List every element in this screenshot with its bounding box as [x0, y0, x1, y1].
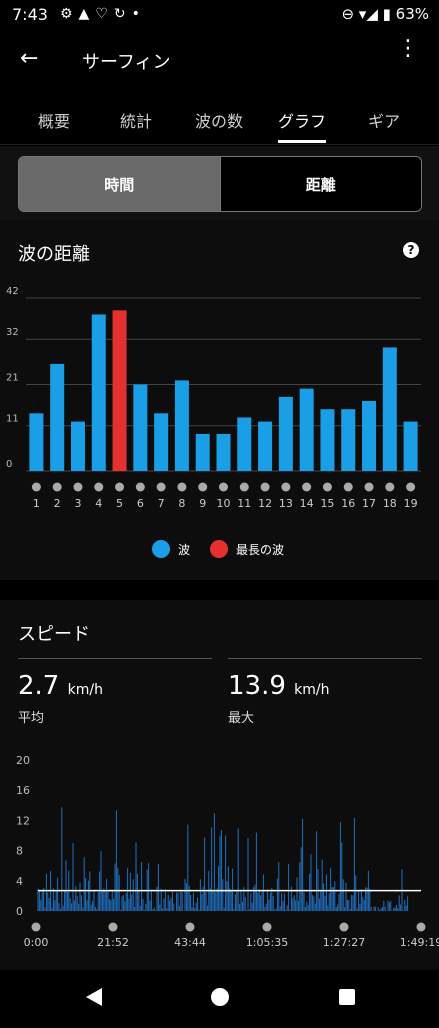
navigation-bar: [0, 970, 439, 1024]
nav-recents-icon[interactable]: [339, 989, 355, 1005]
y-tick-label: 16: [16, 784, 30, 797]
x-tick-label: 1:49:19: [400, 936, 439, 949]
y-tick-label: 0: [16, 905, 23, 918]
speed-chart: 0 4 8 12 16 20 0:00 21:52 43:44 1:05:35 1:27:27 1:4…: [16, 754, 439, 949]
x-tick-label: 1:27:27: [323, 936, 365, 949]
x-tick-label: 43:44: [174, 936, 206, 949]
x-tick-marker: [108, 922, 118, 932]
y-tick-label: 8: [16, 845, 23, 858]
x-tick-marker: [416, 922, 426, 932]
x-tick-marker: [31, 922, 41, 932]
x-tick-marker: [339, 922, 349, 932]
y-tick-label: 4: [16, 875, 23, 888]
y-tick-label: 12: [16, 814, 30, 827]
x-tick-label: 1:05:35: [246, 936, 288, 949]
x-tick-marker: [262, 922, 272, 932]
y-tick-label: 20: [16, 754, 30, 767]
x-tick-marker: [185, 922, 195, 932]
nav-back-icon[interactable]: [86, 988, 102, 1006]
x-tick-label: 0:00: [24, 936, 49, 949]
nav-home-icon[interactable]: [211, 988, 229, 1006]
x-tick-label: 21:52: [97, 936, 129, 949]
nav-buttons: [86, 988, 355, 1006]
